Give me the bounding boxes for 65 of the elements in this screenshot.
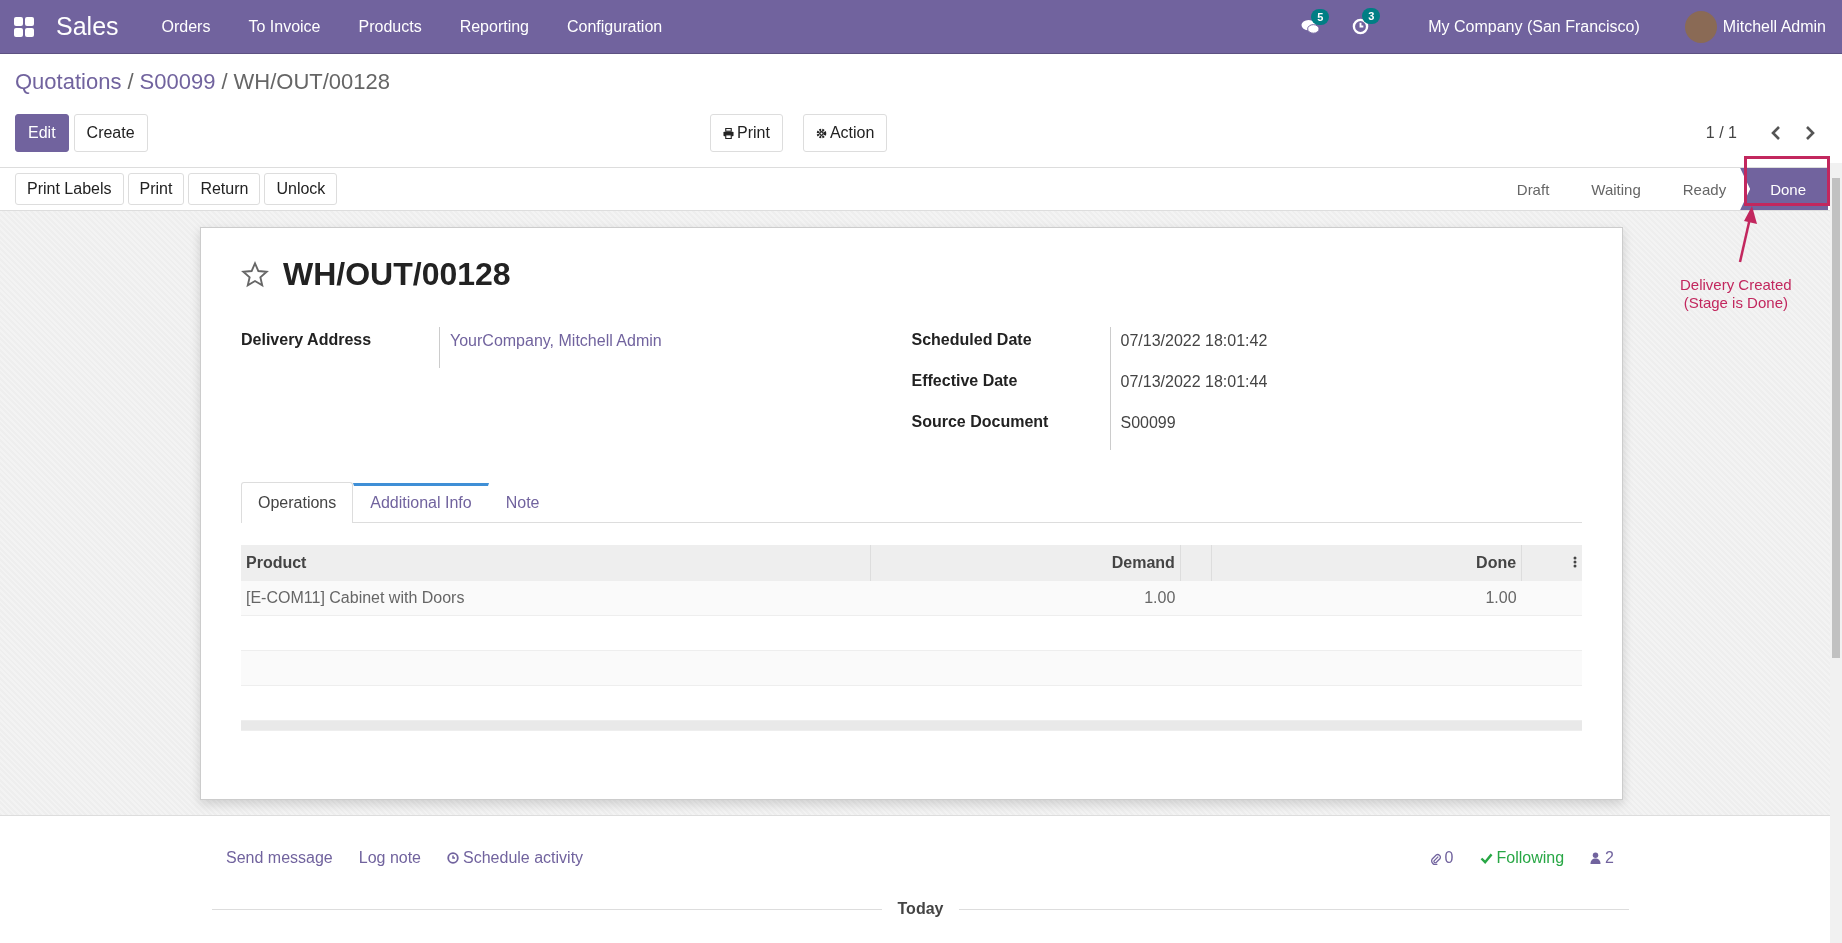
field-value: 07/13/2022 18:01:42 — [1109, 327, 1278, 368]
menu-item[interactable]: Configuration — [548, 17, 682, 36]
printer-icon — [723, 127, 734, 139]
attachments-counter[interactable]: 0 — [1429, 849, 1454, 867]
gear-icon — [815, 127, 827, 139]
field-label: Source Document — [911, 412, 1050, 432]
breadcrumb-separator: / — [221, 69, 228, 95]
notebook-tab[interactable]: Operations — [241, 482, 354, 523]
user-menu[interactable]: Mitchell Admin — [1716, 17, 1828, 36]
toolbar-button[interactable]: Create — [73, 114, 148, 152]
kebab-menu-icon[interactable] — [1573, 556, 1577, 568]
checkmark-icon — [1479, 852, 1493, 864]
header-button[interactable]: Return — [188, 173, 261, 205]
log-note-link[interactable]: Log note — [358, 849, 421, 867]
header-button[interactable]: Print Labels — [15, 173, 124, 205]
annotation-arrow — [1736, 204, 1760, 264]
star-icon[interactable] — [241, 260, 269, 289]
clock-icon — [447, 852, 459, 864]
activity-count-badge: 3 — [1362, 8, 1381, 24]
field-value: 07/13/2022 18:01:44 — [1109, 368, 1278, 409]
field-label: Delivery Address — [241, 330, 373, 350]
pager-counter: 1 / 1 — [1705, 124, 1737, 142]
date-separator: Today — [897, 900, 944, 918]
followers-counter[interactable]: 2 — [1590, 849, 1614, 867]
stage-button[interactable]: Done — [1740, 168, 1828, 210]
field-label: Scheduled Date — [911, 330, 1033, 350]
annotation-text: Delivery Created (Stage is Done) — [1680, 276, 1792, 312]
menu-item[interactable]: Products — [339, 17, 441, 36]
table-cell: [E-COM11] Cabinet with Doors — [241, 581, 870, 616]
table-cell: 1.00 — [870, 581, 1181, 616]
company-switcher[interactable]: My Company (San Francisco) — [1409, 17, 1659, 36]
message-count-badge: 5 — [1311, 8, 1330, 25]
notebook-tab[interactable]: Note — [488, 482, 557, 523]
apps-menu-icon[interactable] — [14, 16, 34, 37]
menu-item[interactable]: To Invoice — [229, 17, 340, 36]
menu-item[interactable]: Reporting — [440, 17, 548, 36]
column-header[interactable]: Product — [241, 545, 870, 581]
paperclip-icon — [1429, 851, 1441, 865]
column-header[interactable]: Demand — [870, 545, 1181, 581]
following-button[interactable]: Following — [1479, 849, 1565, 867]
next-icon[interactable] — [1805, 126, 1815, 140]
notebook-tab[interactable]: Additional Info — [353, 483, 489, 523]
field-value[interactable]: YourCompany, Mitchell Admin — [439, 327, 672, 368]
scrollbar[interactable] — [1830, 163, 1842, 943]
app-name[interactable]: Sales — [56, 12, 119, 41]
breadcrumb-item[interactable]: WH/OUT/00128 — [233, 69, 390, 95]
action-button[interactable]: Action — [802, 114, 888, 152]
schedule-activity-link[interactable]: Schedule activity — [447, 849, 584, 867]
breadcrumb-item[interactable]: Quotations — [15, 69, 122, 95]
table-cell: 1.00 — [1211, 581, 1522, 616]
field-label: Effective Date — [911, 371, 1019, 391]
print-button[interactable]: Print — [710, 114, 783, 152]
menu-item[interactable]: Orders — [142, 17, 230, 36]
field-value: S00099 — [1109, 409, 1186, 450]
header-button[interactable]: Print — [127, 173, 185, 205]
column-header[interactable]: Done — [1211, 545, 1522, 581]
header-button[interactable]: Unlock — [264, 173, 338, 205]
toolbar-button[interactable]: Edit — [15, 114, 69, 152]
person-icon — [1590, 852, 1602, 864]
record-title: WH/OUT/00128 — [283, 256, 511, 293]
send-message-link[interactable]: Send message — [226, 849, 333, 867]
previous-icon[interactable] — [1771, 126, 1781, 140]
breadcrumb-item[interactable]: S00099 — [139, 69, 216, 95]
breadcrumb-separator: / — [127, 69, 134, 95]
clock-icon[interactable] — [1352, 18, 1370, 35]
